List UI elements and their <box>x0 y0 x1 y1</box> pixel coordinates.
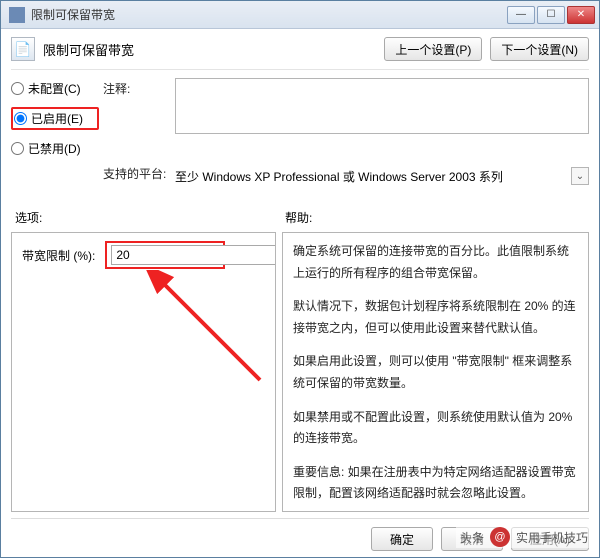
watermark-avatar-icon: @ <box>490 527 510 547</box>
app-icon <box>9 7 25 23</box>
options-pane: 带宽限制 (%): ▲ ▼ <box>11 232 276 512</box>
radio-enabled[interactable]: 已启用(E) <box>14 110 83 127</box>
radio-not-configured-input[interactable] <box>11 82 24 95</box>
separator <box>11 69 589 70</box>
help-paragraph: 如果禁用或不配置此设置，则系统使用默认值为 20% 的连接带宽。 <box>293 407 578 450</box>
window-title: 限制可保留带宽 <box>31 6 507 23</box>
bandwidth-limit-label: 带宽限制 (%): <box>22 247 95 264</box>
comment-label: 注释: <box>103 78 171 97</box>
watermark: 头条 @ 实用手机技巧 <box>456 526 592 548</box>
comment-textarea[interactable] <box>175 78 589 134</box>
maximize-button[interactable]: ☐ <box>537 6 565 24</box>
platform-label: 支持的平台: <box>103 163 171 182</box>
radio-disabled-input[interactable] <box>11 142 24 155</box>
help-paragraph: 确定系统可保留的连接带宽的百分比。此值限制系统上运行的所有程序的组合带宽保留。 <box>293 241 578 284</box>
help-paragraph: 如果启用此设置，则可以使用 "带宽限制" 框来调整系统可保留的带宽数量。 <box>293 351 578 394</box>
platform-value: 至少 Windows XP Professional 或 Windows Ser… <box>175 168 563 185</box>
close-button[interactable]: ✕ <box>567 6 595 24</box>
radio-disabled-label: 已禁用(D) <box>28 140 81 157</box>
minimize-button[interactable]: — <box>507 6 535 24</box>
watermark-prefix: 头条 <box>460 529 484 546</box>
help-paragraph: 默认情况下，数据包计划程序将系统限制在 20% 的连接带宽之内，但可以使用此设置… <box>293 296 578 339</box>
ok-button[interactable]: 确定 <box>371 527 433 551</box>
watermark-name: 实用手机技巧 <box>516 529 588 546</box>
options-heading: 选项: <box>15 209 285 226</box>
client-area: 📄 限制可保留带宽 上一个设置(P) 下一个设置(N) 未配置(C) 已启用(E… <box>1 29 599 557</box>
next-setting-button[interactable]: 下一个设置(N) <box>490 37 589 61</box>
radio-enabled-label: 已启用(E) <box>31 110 83 127</box>
bandwidth-limit-input[interactable] <box>111 245 276 265</box>
collapse-toggle[interactable]: ⌄ <box>571 167 589 185</box>
state-radio-group: 未配置(C) 已启用(E) 已禁用(D) <box>11 78 99 157</box>
help-paragraph: 重要信息: 如果在注册表中为特定网络适配器设置带宽限制，配置该网络适配器时就会忽… <box>293 462 578 505</box>
radio-not-configured[interactable]: 未配置(C) <box>11 80 99 97</box>
page-title: 限制可保留带宽 <box>43 40 376 59</box>
help-pane: 确定系统可保留的连接带宽的百分比。此值限制系统上运行的所有程序的组合带宽保留。 … <box>282 232 589 512</box>
radio-not-configured-label: 未配置(C) <box>28 80 81 97</box>
titlebar[interactable]: 限制可保留带宽 — ☐ ✕ <box>1 1 599 29</box>
radio-enabled-input[interactable] <box>14 112 27 125</box>
radio-disabled[interactable]: 已禁用(D) <box>11 140 99 157</box>
help-heading: 帮助: <box>285 209 312 226</box>
bandwidth-limit-control: ▲ ▼ <box>105 241 225 269</box>
previous-setting-button[interactable]: 上一个设置(P) <box>384 37 482 61</box>
policy-icon: 📄 <box>11 37 35 61</box>
dialog-window: 限制可保留带宽 — ☐ ✕ 📄 限制可保留带宽 上一个设置(P) 下一个设置(N… <box>0 0 600 558</box>
